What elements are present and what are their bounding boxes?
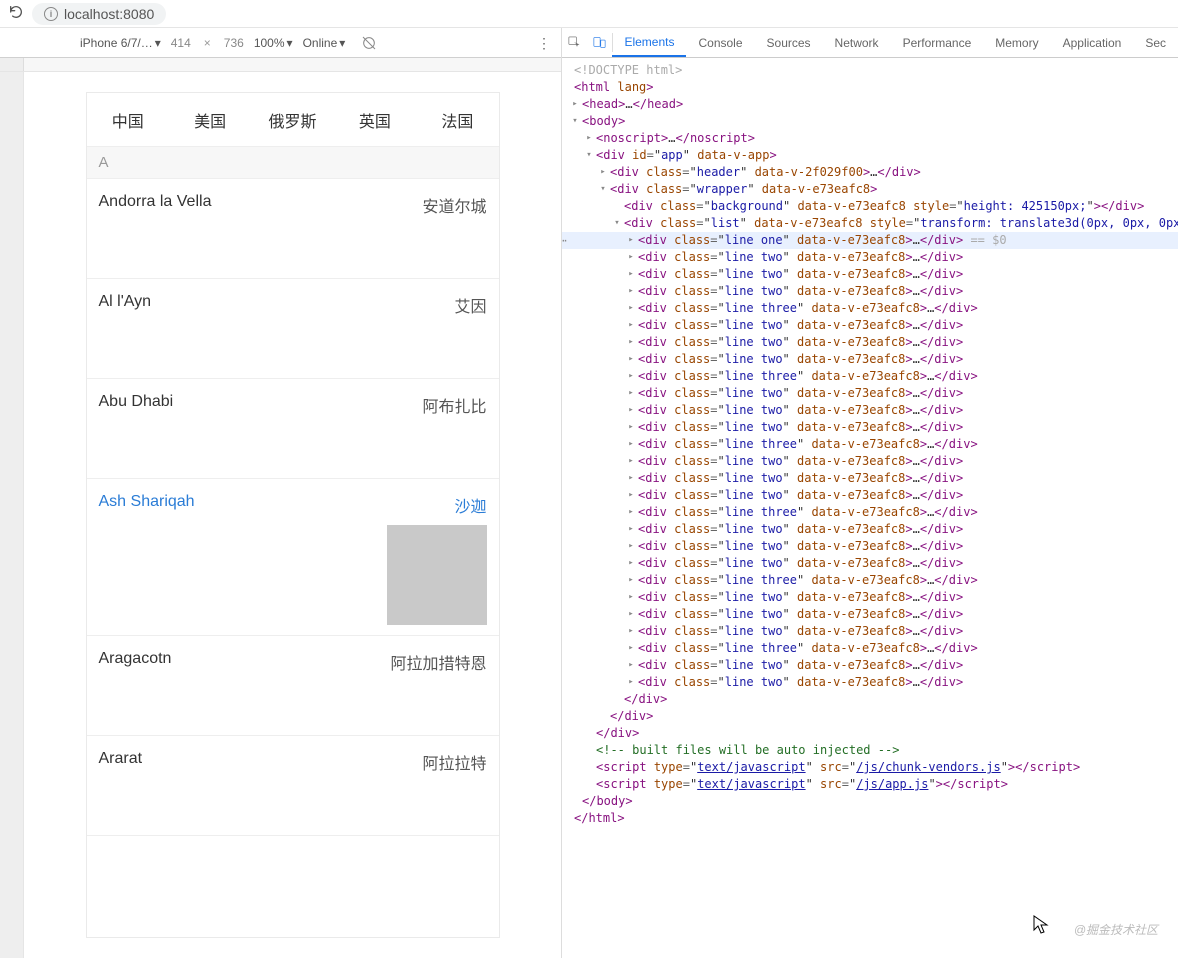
devtools-tabs: ElementsConsoleSourcesNetworkPerformance… [562, 28, 1178, 58]
item-zh: 阿拉加措特恩 [390, 650, 486, 674]
devtools-tab-application[interactable]: Application [1051, 28, 1134, 57]
device-height[interactable]: 736 [224, 36, 244, 50]
devtools-tab-memory[interactable]: Memory [983, 28, 1050, 57]
info-icon: i [44, 7, 58, 21]
item-en: Ash Shariqah [99, 493, 195, 517]
item-zh: 安道尔城 [422, 193, 486, 217]
devtools-tab-sources[interactable]: Sources [755, 28, 823, 57]
item-en: Abu Dhabi [99, 393, 174, 417]
devtools-tab-performance[interactable]: Performance [891, 28, 984, 57]
inspect-icon[interactable] [562, 28, 587, 57]
devtools-tab-elements[interactable]: Elements [612, 28, 686, 57]
throttle-select[interactable]: Online ▾ [303, 36, 346, 50]
watermark: @掘金技术社区 [1074, 921, 1158, 938]
devtools-pane: ElementsConsoleSourcesNetworkPerformance… [562, 28, 1178, 958]
app-tab[interactable]: 美国 [169, 93, 251, 146]
zoom-select[interactable]: 100% ▾ [254, 36, 293, 50]
browser-toolbar: i localhost:8080 [0, 0, 1178, 28]
reload-icon[interactable] [8, 4, 24, 23]
list-item[interactable]: Aragacotn 阿拉加措特恩 [87, 636, 499, 736]
item-zh: 艾因 [454, 293, 486, 317]
devtools-tab-network[interactable]: Network [823, 28, 891, 57]
chevron-down-icon: ▾ [155, 36, 161, 50]
devtools-tab-sec[interactable]: Sec [1133, 28, 1178, 57]
device-frame: 中国美国俄罗斯英国法国 A Andorra la Vella 安道尔城 Al l'A… [86, 92, 500, 938]
item-zh: 沙迦 [454, 493, 486, 517]
ruler-horizontal [0, 58, 561, 72]
chevron-down-icon: ▾ [287, 36, 293, 50]
app-tab[interactable]: 俄罗斯 [251, 93, 333, 146]
item-en: Aragacotn [99, 650, 172, 674]
app-tabs: 中国美国俄罗斯英国法国 [87, 93, 499, 147]
times-icon: × [204, 36, 211, 50]
item-en: Ararat [99, 750, 143, 774]
device-width[interactable]: 414 [171, 36, 191, 50]
device-mode-icon[interactable] [587, 28, 612, 57]
item-thumbnail [387, 525, 487, 625]
item-en: Al l'Ayn [99, 293, 152, 317]
device-preview-pane: iPhone 6/7/… ▾ 414 × 736 100% ▾ Online ▾… [0, 28, 562, 958]
chevron-down-icon: ▾ [339, 36, 345, 50]
item-zh: 阿拉拉特 [422, 750, 486, 774]
devtools-tab-console[interactable]: Console [686, 28, 754, 57]
elements-tree[interactable]: <!DOCTYPE html><html lang>▸<head>…</head… [562, 58, 1178, 958]
ruler-vertical [0, 72, 24, 958]
list-item[interactable]: Andorra la Vella 安道尔城 [87, 179, 499, 279]
app-tab[interactable]: 英国 [334, 93, 416, 146]
list-item[interactable]: Abu Dhabi 阿布扎比 [87, 379, 499, 479]
url-text: localhost:8080 [64, 6, 154, 22]
app-list[interactable]: Andorra la Vella 安道尔城 Al l'Ayn 艾因 Abu Dhabi 阿… [87, 179, 499, 836]
section-header: A [87, 147, 499, 179]
app-tab[interactable]: 中国 [87, 93, 169, 146]
item-en: Andorra la Vella [99, 193, 212, 217]
address-bar[interactable]: i localhost:8080 [32, 3, 166, 25]
item-zh: 阿布扎比 [422, 393, 486, 417]
device-toolbar: iPhone 6/7/… ▾ 414 × 736 100% ▾ Online ▾… [0, 28, 561, 58]
kebab-icon[interactable]: ⋮ [537, 36, 551, 50]
device-select[interactable]: iPhone 6/7/… ▾ [80, 36, 161, 50]
list-item[interactable]: Ararat 阿拉拉特 [87, 736, 499, 836]
app-tab[interactable]: 法国 [416, 93, 498, 146]
list-item[interactable]: Al l'Ayn 艾因 [87, 279, 499, 379]
rotate-icon[interactable] [361, 35, 377, 51]
list-item[interactable]: Ash Shariqah 沙迦 [87, 479, 499, 636]
